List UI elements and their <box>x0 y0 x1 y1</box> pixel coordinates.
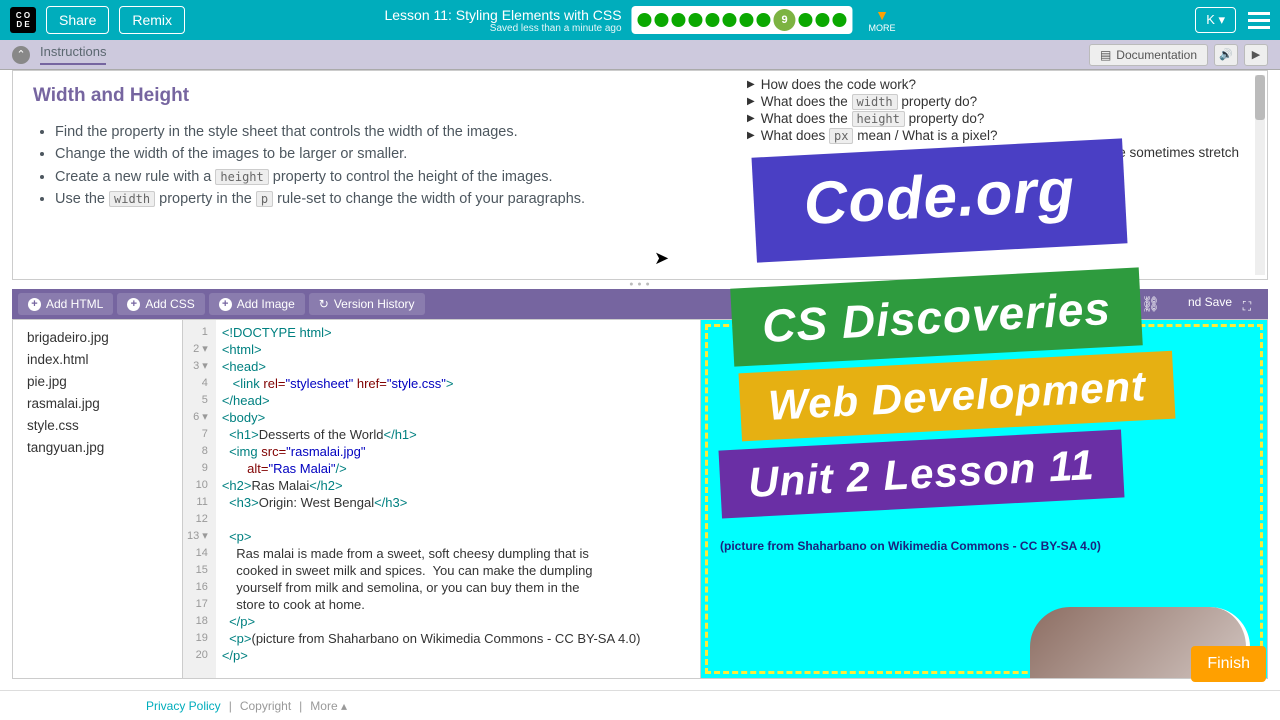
more-link[interactable]: More ▴ <box>310 699 347 713</box>
copyright-link[interactable]: Copyright <box>240 699 291 713</box>
hamburger-icon[interactable] <box>1248 12 1270 29</box>
privacy-link[interactable]: Privacy Policy <box>146 699 221 713</box>
file-list: brigadeiro.jpg index.html pie.jpg rasmal… <box>13 320 183 678</box>
scrollbar[interactable] <box>1255 75 1265 275</box>
codeorg-logo[interactable]: C OD E <box>10 7 36 33</box>
history-icon: ↻ <box>319 297 329 311</box>
share-button[interactable]: Share <box>46 6 109 34</box>
lesson-header: Lesson 11: Styling Elements with CSS Sav… <box>384 6 895 34</box>
faq-item[interactable]: ▶How does the code work? <box>747 77 1253 92</box>
overlay-codeorg: Code.org <box>752 138 1128 262</box>
bullet: Change the width of the images to be lar… <box>55 143 713 165</box>
instructions-title: Width and Height <box>33 85 713 107</box>
user-menu[interactable]: K ▾ <box>1195 7 1236 33</box>
expand-icon[interactable]: ⛶ <box>1236 295 1258 317</box>
preview-caption: (picture from Shaharbano on Wikimedia Co… <box>720 539 1248 553</box>
instructions-tab[interactable]: Instructions <box>40 44 106 65</box>
lesson-title: Lesson 11: Styling Elements with CSS <box>384 7 621 23</box>
more-levels[interactable]: ▼MORE <box>869 7 896 33</box>
file-item[interactable]: pie.jpg <box>27 374 168 389</box>
refresh-save-button[interactable]: nd Save <box>1188 295 1232 309</box>
file-item[interactable]: brigadeiro.jpg <box>27 330 168 345</box>
file-item[interactable]: rasmalai.jpg <box>27 396 168 411</box>
file-item[interactable]: index.html <box>27 352 168 367</box>
faq-item[interactable]: ▶What does the height property do? <box>747 111 1253 126</box>
current-level[interactable]: 9 <box>774 9 796 31</box>
file-item[interactable]: tangyuan.jpg <box>27 440 168 455</box>
faq-item[interactable]: ▶What does the width property do? <box>747 94 1253 109</box>
add-image-button[interactable]: +Add Image <box>209 293 305 315</box>
book-icon: ▤ <box>1100 48 1111 62</box>
bullet: Find the property in the style sheet tha… <box>55 121 713 143</box>
code-editor[interactable]: 12 ▾3 ▾456 ▾78910111213 ▾14151617181920 … <box>183 320 701 678</box>
saved-status: Saved less than a minute ago <box>490 23 622 34</box>
level-progress[interactable]: 9 <box>632 6 853 34</box>
collapse-icon[interactable]: ⌃ <box>12 46 30 64</box>
documentation-button[interactable]: ▤Documentation <box>1089 44 1208 66</box>
faq-item[interactable]: ▶What does px mean / What is a pixel? <box>747 128 1253 143</box>
bullet: Use the width property in the p rule-set… <box>55 188 713 210</box>
play-icon[interactable]: ▶ <box>1244 44 1268 66</box>
version-history-button[interactable]: ↻Version History <box>309 293 425 315</box>
file-item[interactable]: style.css <box>27 418 168 433</box>
footer: Privacy Policy | Copyright | More ▴ <box>0 690 1280 720</box>
remix-button[interactable]: Remix <box>119 6 185 34</box>
add-css-button[interactable]: +Add CSS <box>117 293 204 315</box>
finish-button[interactable]: Finish <box>1191 646 1266 682</box>
add-html-button[interactable]: +Add HTML <box>18 293 113 315</box>
top-bar: C OD E Share Remix Lesson 11: Styling El… <box>0 0 1280 40</box>
instructions-text: Width and Height Find the property in th… <box>13 71 733 279</box>
sound-icon[interactable]: 🔊 <box>1214 44 1238 66</box>
bullet: Create a new rule with a height property… <box>55 166 713 188</box>
instructions-bar: ⌃ Instructions ▤Documentation 🔊 ▶ <box>0 40 1280 70</box>
